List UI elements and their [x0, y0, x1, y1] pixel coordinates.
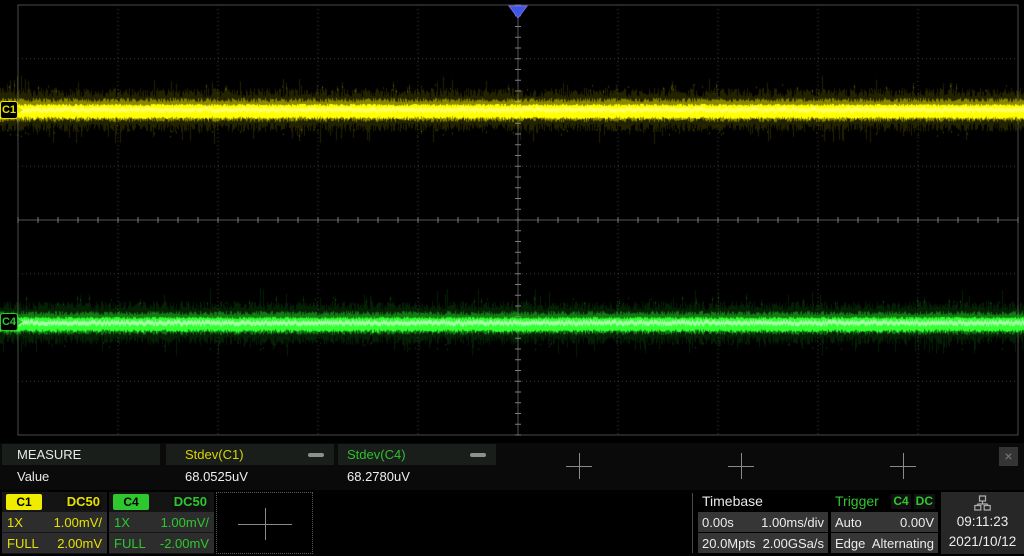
- timebase-title: Timebase: [702, 492, 763, 511]
- c1-scale: 1.00mV/: [54, 515, 102, 530]
- trigger-panel[interactable]: Trigger C4 DC Auto 0.00V Edge Alternatin…: [831, 492, 938, 554]
- measure-stat-c1[interactable]: Stdev(C1): [166, 444, 334, 465]
- system-time: 09:11:23: [941, 514, 1024, 529]
- c4-coupling: DC50: [172, 494, 209, 510]
- trigger-mode: Auto: [835, 515, 862, 530]
- channel-c1-descriptor[interactable]: C1 DC50 1X 1.00mV/ FULL 2.00mV: [2, 492, 107, 554]
- c4-badge: C4: [113, 494, 149, 510]
- channel-c1-level-marker[interactable]: C1: [0, 101, 18, 119]
- status-bar: C1 DC50 1X 1.00mV/ FULL 2.00mV C4 DC50 1…: [0, 490, 1024, 556]
- channel-c4-descriptor[interactable]: C4 DC50 1X 1.00mV/ FULL -2.00mV: [109, 492, 214, 554]
- timebase-delay: 0.00s: [702, 515, 734, 530]
- c1-coupling: DC50: [65, 494, 102, 510]
- system-date: 2021/10/12: [941, 534, 1024, 549]
- timebase-points: 20.0Mpts: [702, 536, 755, 551]
- c1-bandwidth: FULL: [7, 536, 39, 551]
- oscilloscope-screen: C1 C4 MEASURE Stdev(C1) Stdev(C4) Value …: [0, 0, 1024, 556]
- remove-measurement-icon[interactable]: [308, 453, 324, 457]
- add-channel-slot[interactable]: [216, 492, 313, 554]
- c4-bandwidth: FULL: [114, 536, 146, 551]
- trigger-position-marker[interactable]: [508, 5, 528, 19]
- trigger-source-chip: C4: [891, 494, 910, 509]
- add-measurement-slot[interactable]: [823, 444, 983, 488]
- measure-title: MEASURE: [2, 447, 81, 462]
- c4-scale: 1.00mV/: [161, 515, 209, 530]
- add-measurement-icon: [728, 453, 754, 479]
- trigger-title: Trigger: [835, 492, 879, 511]
- add-measurement-icon: [890, 453, 916, 479]
- c4-offset: -2.00mV: [160, 536, 209, 551]
- c1-badge: C1: [6, 494, 42, 510]
- remove-measurement-icon[interactable]: [470, 453, 486, 457]
- trigger-type: Edge: [835, 536, 865, 551]
- add-channel-icon: [238, 508, 292, 540]
- measure-stat-c4-label: Stdev(C4): [338, 447, 406, 462]
- network-status-icon: [974, 495, 991, 511]
- waveform-traces: [0, 0, 1024, 443]
- measure-value-c4: 68.2780uV: [338, 465, 496, 488]
- close-measure-bar-button[interactable]: ×: [999, 447, 1018, 466]
- clock-panel[interactable]: 09:11:23 2021/10/12: [941, 492, 1024, 554]
- measure-title-cell: MEASURE: [2, 444, 160, 465]
- add-measurement-slot[interactable]: [499, 444, 659, 488]
- channel-c4-level-marker[interactable]: C4: [0, 313, 18, 331]
- waveform-display[interactable]: C1 C4: [0, 0, 1024, 443]
- c1-attenuation: 1X: [7, 515, 23, 530]
- measure-stat-c1-label: Stdev(C1): [166, 447, 244, 462]
- c1-offset: 2.00mV: [57, 536, 102, 551]
- trigger-level: 0.00V: [900, 515, 934, 530]
- measure-stat-c4[interactable]: Stdev(C4): [338, 444, 496, 465]
- timebase-samplerate: 2.00GSa/s: [763, 536, 824, 551]
- timebase-panel[interactable]: Timebase 0.00s 1.00ms/div 20.0Mpts 2.00G…: [698, 492, 828, 554]
- measure-bar: MEASURE Stdev(C1) Stdev(C4) Value 68.052…: [0, 443, 1024, 490]
- trigger-coupling-chip: DC: [914, 494, 935, 509]
- measure-value-c1: 68.0525uV: [166, 465, 334, 488]
- add-measurement-icon: [566, 453, 592, 479]
- trigger-slope: Alternating: [872, 536, 934, 551]
- measure-value-row-label: Value: [2, 465, 160, 488]
- timebase-scale: 1.00ms/div: [761, 515, 824, 530]
- c4-attenuation: 1X: [114, 515, 130, 530]
- add-measurement-slot[interactable]: [661, 444, 821, 488]
- status-bar-divider: [692, 493, 693, 553]
